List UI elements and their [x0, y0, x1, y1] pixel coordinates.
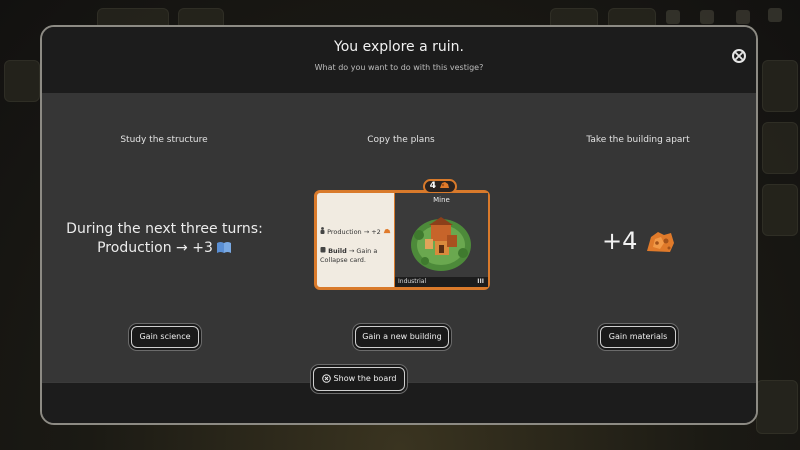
hide-dialog-icon: [321, 370, 331, 392]
show-board-button[interactable]: Show the board: [313, 367, 405, 391]
card-cost-value: 4: [429, 181, 437, 191]
building-card: 4 Production → +2 Build → Gain a Collaps…: [314, 179, 490, 290]
gain-science-button[interactable]: Gain science: [131, 326, 199, 348]
card-name: Mine: [433, 196, 450, 204]
study-description-line1: During the next three turns:: [66, 221, 263, 237]
card-illustration-panel: Mine Industrial III: [394, 193, 488, 287]
card-effect-build-keyword: Build: [328, 247, 347, 255]
build-icon: [320, 247, 326, 253]
board-tile: [762, 60, 798, 112]
board-tile: [762, 122, 798, 174]
board-tile: [4, 60, 40, 102]
card-effect-build: Build → Gain a Collapse card.: [320, 246, 394, 265]
worker-icon: [320, 227, 325, 234]
show-board-label: Show the board: [333, 374, 397, 383]
close-icon: [735, 52, 743, 60]
close-button[interactable]: [732, 49, 746, 63]
materials-icon: [647, 232, 674, 252]
dialog-header: You explore a ruin. What do you want to …: [42, 27, 756, 94]
options-panel: Study the structure During the next thre…: [42, 93, 756, 387]
menu-icon: [666, 10, 680, 24]
study-description-line2: Production → +3: [62, 239, 267, 260]
dismantle-option-title: Take the building apart: [586, 135, 690, 145]
card-footer: Industrial III: [395, 277, 488, 287]
gain-new-building-button[interactable]: Gain a new building: [355, 326, 449, 348]
card-effects: Production → +2 Build → Gain a Collapse …: [317, 193, 394, 287]
dialog-title: You explore a ruin.: [334, 39, 464, 55]
study-option-title: Study the structure: [120, 135, 208, 145]
board-tile: [756, 380, 798, 434]
card-effect-production-text: Production → +2: [327, 228, 381, 236]
materials-icon: [383, 228, 391, 234]
player-icon: [736, 10, 750, 24]
study-option-description: During the next three turns: Production …: [62, 220, 267, 260]
player-icon: [768, 8, 782, 22]
card-era: III: [477, 278, 484, 285]
copy-option-title: Copy the plans: [367, 135, 435, 145]
materials-icon: [440, 182, 450, 188]
swap-icon: [700, 10, 714, 24]
board-tile: [762, 184, 798, 236]
materials-gain-value: +4: [602, 227, 638, 255]
card-effect-production: Production → +2: [320, 227, 391, 236]
card-cost-badge: 4: [423, 179, 457, 194]
card-type: Industrial: [398, 278, 427, 285]
dialog-subtitle: What do you want to do with this vestige…: [314, 63, 484, 72]
study-production-text: Production → +3: [97, 240, 213, 256]
ruin-exploration-dialog: You explore a ruin. What do you want to …: [40, 25, 758, 425]
gain-materials-button[interactable]: Gain materials: [600, 326, 676, 348]
mine-building-illustration: [411, 217, 471, 271]
science-book-icon: [216, 241, 232, 260]
